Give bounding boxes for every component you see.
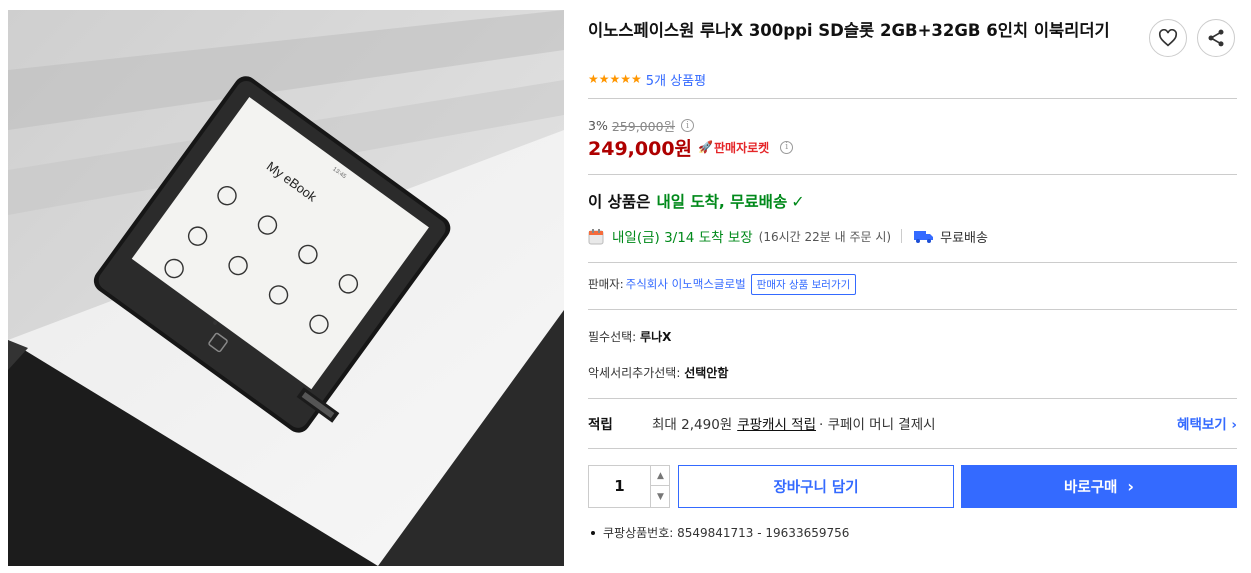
chevron-right-icon: › [1127, 477, 1134, 496]
view-benefits-link[interactable]: 혜택보기 › [1177, 413, 1237, 433]
required-option-row[interactable]: 필수선택: 루나X [588, 328, 671, 345]
share-icon [1208, 29, 1224, 47]
view-seller-products-button[interactable]: 판매자 상품 보러가기 [750, 273, 857, 295]
points-row: 적립 최대 2,490원 쿠팡캐시 적립 · 쿠페이 머니 결제시 혜택보기 › [588, 413, 1237, 433]
heart-icon [1158, 29, 1178, 47]
share-button[interactable] [1197, 19, 1235, 57]
quantity-increase-button[interactable]: ▲ [650, 466, 670, 486]
check-icon: ✓ [791, 191, 805, 211]
calendar-icon [588, 228, 604, 244]
wishlist-button[interactable] [1149, 19, 1187, 57]
seller-rocket-badge: 🚀 판매자로켓 [698, 139, 769, 156]
info-icon[interactable]: i [681, 119, 695, 132]
divider [588, 398, 1237, 399]
buy-now-button[interactable]: 바로구매 › [961, 465, 1237, 508]
review-count-link[interactable]: 5개 상품평 [646, 70, 706, 89]
quantity-decrease-button[interactable]: ▼ [650, 486, 670, 507]
product-id-text: 쿠팡상품번호: 8549841713 - 19633659756 [603, 526, 850, 540]
divider [901, 229, 903, 243]
accessory-option-label: 악세서리추가선택: [588, 366, 681, 380]
seller-rocket-label: 판매자로켓 [713, 140, 770, 155]
truck-icon [914, 231, 934, 243]
divider [588, 309, 1237, 310]
product-title: 이노스페이스원 루나X 300ppi SD슬롯 2GB+32GB 6인치 이북리… [588, 21, 1110, 40]
view-benefits-label: 혜택보기 [1177, 417, 1227, 433]
coupang-cash-link[interactable]: 쿠팡캐시 적립 [737, 413, 816, 433]
rating-row: ★★★★★ 5개 상품평 [588, 70, 706, 89]
bullet-icon [591, 530, 595, 535]
quantity-stepper[interactable]: 1 ▲ ▼ [588, 465, 670, 508]
seller-label: 판매자: [588, 277, 624, 291]
quantity-input[interactable]: 1 [589, 466, 650, 507]
accessory-option-value: 선택안함 [684, 366, 729, 380]
rocket-icon: 🚀 [698, 140, 713, 154]
product-image: My eBook 13:45 [8, 10, 564, 566]
points-suffix: · 쿠페이 머니 결제시 [819, 417, 936, 433]
arrival-cutoff-note: (16시간 22분 내 주문 시) [758, 229, 892, 244]
divider [588, 448, 1237, 449]
delivery-headline-prefix: 이 상품은 [588, 193, 651, 211]
original-price: 259,000원 [611, 119, 676, 134]
chevron-right-icon: › [1231, 417, 1237, 433]
seller-name-link[interactable]: 주식회사 이노맥스글로벌 [626, 276, 746, 292]
divider [588, 174, 1237, 175]
required-option-label: 필수선택: [588, 330, 637, 344]
arrival-row: 내일(금) 3/14 도착 보장 (16시간 22분 내 주문 시) 무료배송 [588, 225, 988, 247]
info-icon[interactable]: i [780, 140, 794, 154]
chevron-up-icon: ▲ [657, 470, 664, 481]
discount-row: 3% 259,000원 i [588, 116, 695, 135]
free-shipping-label: 무료배송 [940, 230, 988, 246]
divider [588, 262, 1237, 263]
delivery-headline-highlight: 내일 도착, 무료배송 [656, 193, 788, 211]
points-amount: 최대 2,490원 [652, 417, 733, 433]
sale-price: 249,000원 [588, 137, 693, 160]
chevron-down-icon: ▼ [657, 491, 664, 502]
required-option-value: 루나X [640, 330, 672, 344]
buy-now-label: 바로구매 [1064, 480, 1118, 496]
points-label: 적립 [588, 417, 613, 433]
seller-row: 판매자: 주식회사 이노맥스글로벌 판매자 상품 보러가기 [588, 273, 857, 295]
divider [588, 98, 1237, 99]
product-info-panel: 이노스페이스원 루나X 300ppi SD슬롯 2GB+32GB 6인치 이북리… [588, 0, 1238, 573]
product-id-row: 쿠팡상품번호: 8549841713 - 19633659756 [588, 524, 849, 541]
discount-rate: 3% [588, 118, 608, 133]
add-to-cart-button[interactable]: 장바구니 담기 [678, 465, 954, 508]
price-row: 249,000원 🚀 판매자로켓 i [588, 134, 794, 160]
delivery-headline: 이 상품은 내일 도착, 무료배송 ✓ [588, 190, 805, 212]
arrival-date: 내일(금) 3/14 도착 보장 [612, 230, 753, 246]
accessory-option-row[interactable]: 악세서리추가선택: 선택안함 [588, 364, 728, 381]
star-rating-icon: ★★★★★ [588, 72, 642, 86]
